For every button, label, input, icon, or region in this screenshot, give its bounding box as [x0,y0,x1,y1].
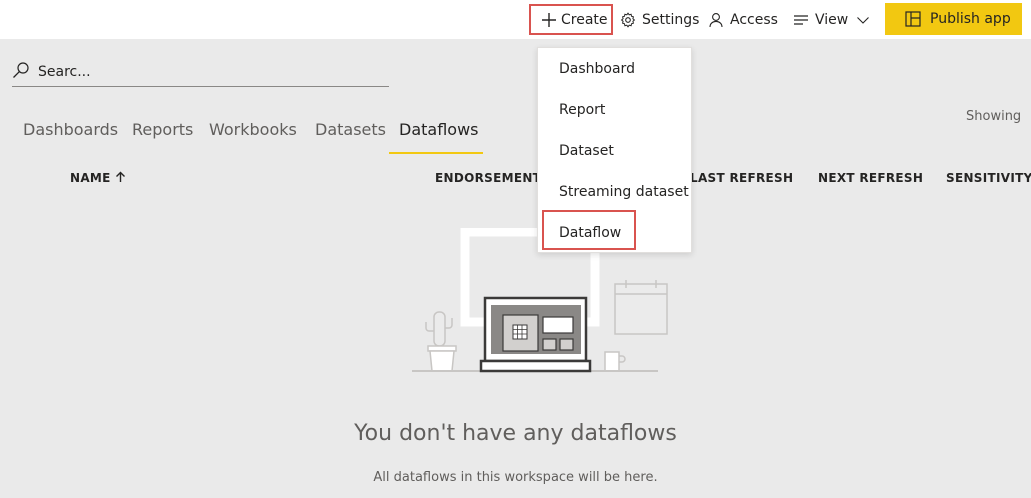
column-header-name-label: NAME [70,171,111,185]
tab-reports[interactable]: Reports [132,120,193,154]
tab-workbooks[interactable]: Workbooks [209,120,297,154]
tab-dashboards[interactable]: Dashboards [23,120,118,154]
create-button[interactable]: Create [529,4,613,35]
gear-icon [620,11,636,28]
empty-state-subtitle: All dataflows in this workspace will be … [373,470,658,485]
access-label: Access [730,11,778,28]
person-icon [709,12,723,27]
arrow-up-icon [115,171,125,182]
empty-state-title: You don't have any dataflows [354,421,677,446]
menu-item-streaming-dataset[interactable]: Streaming dataset [559,184,689,200]
lines-icon [794,14,808,25]
access-button[interactable]: Access [708,4,778,35]
tab-datasets[interactable]: Datasets [315,120,386,154]
publish-app-label: Publish app [930,11,1011,27]
column-header-next-refresh[interactable]: NEXT REFRESH [818,171,923,185]
search-icon [13,62,29,78]
search-input[interactable] [38,64,368,80]
column-header-sensitivity[interactable]: SENSITIVITY [946,171,1031,185]
view-label: View [815,11,849,28]
menu-item-dataset[interactable]: Dataset [559,143,614,159]
active-tab-indicator [389,152,483,154]
plus-icon [542,12,556,27]
settings-button[interactable]: Settings [620,4,699,35]
publish-app-button[interactable]: Publish app [885,3,1022,35]
tab-dataflows[interactable]: Dataflows [399,120,479,154]
column-header-name[interactable]: NAME [70,171,126,185]
view-button[interactable]: View [793,4,870,35]
menu-item-report[interactable]: Report [559,102,605,118]
menu-item-dashboard[interactable]: Dashboard [559,61,635,77]
app-grid-icon [905,11,921,27]
column-header-last-refresh[interactable]: LAST REFRESH [690,171,793,185]
dataflow-highlight-box [542,210,636,250]
showing-label: Showing [966,109,1022,124]
search-box [12,58,389,87]
top-toolbar: Create Settings Access View Publish app [0,0,1031,39]
create-label: Create [561,11,608,28]
chevron-down-icon [857,16,870,24]
settings-label: Settings [642,11,700,28]
